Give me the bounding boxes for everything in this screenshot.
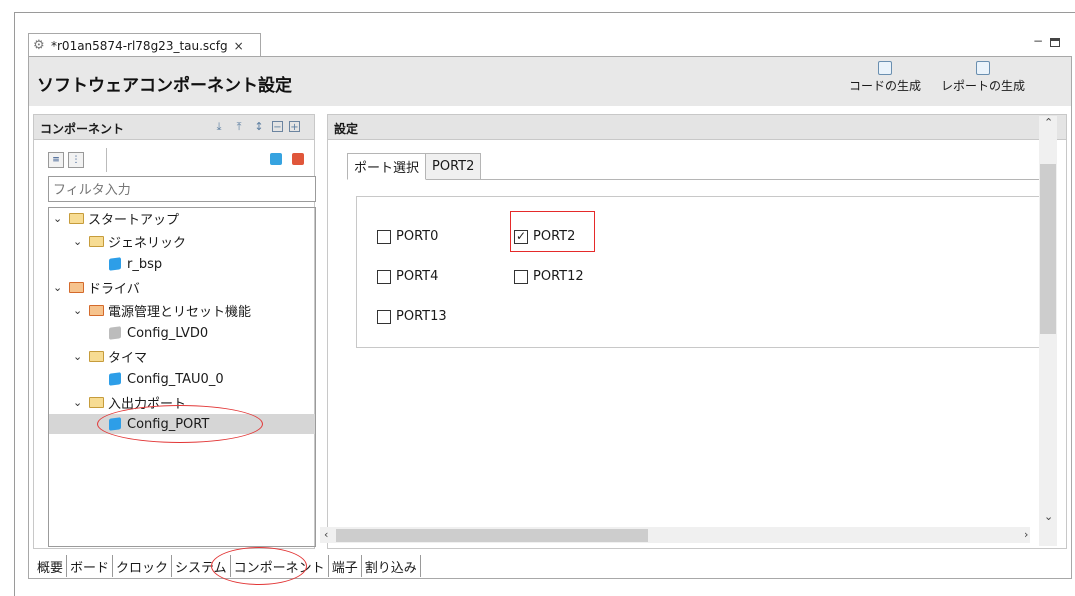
tree-node-startup[interactable]: ⌄ スタートアップ <box>53 208 179 228</box>
editor-tab-title: *r01an5874-rl78g23_tau.scfg <box>51 38 228 53</box>
tree-node-timer[interactable]: ⌄ タイマ <box>73 346 147 366</box>
settings-tabs: ポート選択 PORT2 <box>347 153 482 180</box>
component-tree[interactable]: ⌄ スタートアップ ⌄ ジェネリック r_bsp ⌄ ドライバ ⌄ 電源管理とリ… <box>48 207 316 547</box>
tab-board[interactable]: ボード <box>67 555 114 577</box>
chevron-down-icon[interactable]: ⌄ <box>53 281 65 294</box>
tree-node-label: Config_TAU0_0 <box>127 371 224 387</box>
tree-node-generic[interactable]: ⌄ ジェネリック <box>73 231 186 251</box>
expand-all-icon[interactable]: + <box>289 121 300 133</box>
tree-node-label: r_bsp <box>127 256 163 272</box>
tab-port-select[interactable]: ポート選択 <box>347 153 427 180</box>
components-panel: ≡ ⋮ ⌄ スタートアップ ⌄ ジェネリック r_bsp <box>33 140 316 549</box>
remove-component-icon[interactable] <box>292 153 304 165</box>
chevron-down-icon[interactable]: ⌄ <box>73 235 85 248</box>
category-view-icon[interactable]: ≡ <box>48 152 64 168</box>
generate-report-button[interactable]: レポートの生成 <box>941 61 1025 94</box>
horizontal-scrollbar-thumb[interactable] <box>336 529 648 542</box>
checkbox-label: PORT13 <box>396 309 447 324</box>
components-panel-header: コンポーネント ⤓ ⤒ ↕ − + <box>33 114 315 140</box>
folder-icon <box>89 350 104 362</box>
tree-node-config-tau0-0[interactable]: Config_TAU0_0 <box>109 369 224 389</box>
settings-panel: ポート選択 PORT2 PORT0 PORT2 PORT4 PORT12 <box>327 140 1067 549</box>
component-icon <box>109 257 121 271</box>
close-icon[interactable]: × <box>234 39 244 53</box>
scroll-up-arrow-icon[interactable]: ⌃ <box>1044 116 1053 129</box>
port12-checkbox[interactable]: PORT12 <box>514 269 584 284</box>
toolbar-divider <box>106 148 107 172</box>
tree-node-driver[interactable]: ⌄ ドライバ <box>53 277 140 297</box>
tree-node-power-management[interactable]: ⌄ 電源管理とリセット機能 <box>73 300 251 320</box>
tree-node-label: タイマ <box>108 350 148 366</box>
chevron-down-icon[interactable]: ⌄ <box>73 304 85 317</box>
component-icon <box>109 372 121 386</box>
sort-icon[interactable]: ↕ <box>252 120 266 134</box>
checkbox-label: PORT12 <box>533 269 584 284</box>
outer-frame-top <box>14 12 1075 13</box>
folder-icon <box>89 304 104 316</box>
import-icon[interactable]: ⤓ <box>212 120 226 134</box>
settings-panel-title: 設定 <box>334 122 359 136</box>
generate-code-icon <box>878 61 892 75</box>
folder-icon <box>89 396 104 408</box>
add-component-icon[interactable] <box>270 153 282 165</box>
chevron-down-icon[interactable]: ⌄ <box>73 350 85 363</box>
minimize-button[interactable]: − <box>1033 34 1043 48</box>
annotation-ellipse-components-tab <box>211 547 307 585</box>
port-selection-group: PORT0 PORT2 PORT4 PORT12 PORT13 <box>356 196 1044 348</box>
tree-node-r-bsp[interactable]: r_bsp <box>109 254 162 274</box>
generate-code-button[interactable]: コードの生成 <box>849 61 921 94</box>
editor-window: ⚙ *r01an5874-rl78g23_tau.scfg × − ソフトウェア… <box>28 32 1072 585</box>
checkbox-box[interactable] <box>377 309 391 324</box>
editor-tab-scfg[interactable]: ⚙ *r01an5874-rl78g23_tau.scfg × <box>28 33 261 57</box>
checkbox-label: PORT4 <box>396 269 439 284</box>
vertical-scrollbar-thumb[interactable] <box>1040 164 1056 334</box>
generate-report-icon <box>976 61 990 75</box>
folder-icon <box>69 281 84 293</box>
outer-frame-left <box>14 12 15 596</box>
annotation-ellipse-config-port <box>97 405 263 443</box>
scroll-down-arrow-icon[interactable]: ⌄ <box>1044 510 1053 523</box>
port13-checkbox[interactable]: PORT13 <box>377 309 447 324</box>
gear-icon: ⚙ <box>33 37 45 53</box>
settings-panel-header: 設定 <box>327 114 1067 140</box>
tree-node-config-lvd0[interactable]: Config_LVD0 <box>109 323 208 343</box>
port4-checkbox[interactable]: PORT4 <box>377 269 438 284</box>
tree-node-label: 電源管理とリセット機能 <box>108 304 252 320</box>
annotation-rect-port2 <box>510 211 595 252</box>
tree-node-label: Config_LVD0 <box>127 325 209 341</box>
function-view-icon[interactable]: ⋮ <box>68 152 84 168</box>
tree-node-label: ジェネリック <box>108 235 187 251</box>
components-panel-title: コンポーネント <box>40 122 125 136</box>
folder-icon <box>69 212 84 224</box>
tab-overview[interactable]: 概要 <box>34 555 68 577</box>
port0-checkbox[interactable]: PORT0 <box>377 229 438 244</box>
generate-report-label: レポートの生成 <box>941 79 1026 93</box>
filter-input[interactable] <box>48 176 316 202</box>
checkbox-box[interactable] <box>514 269 528 284</box>
tab-pins[interactable]: 端子 <box>329 555 362 577</box>
tab-port2[interactable]: PORT2 <box>425 153 482 180</box>
scroll-left-arrow-icon[interactable]: ‹ <box>324 528 328 541</box>
checkbox-label: PORT0 <box>396 229 439 244</box>
tree-node-label: ドライバ <box>88 281 140 297</box>
tab-bar: ⚙ *r01an5874-rl78g23_tau.scfg × − <box>28 32 1072 57</box>
tab-divider <box>347 179 1043 180</box>
editor-header: ソフトウェアコンポーネント設定 コードの生成 レポートの生成 <box>29 57 1071 106</box>
scroll-right-arrow-icon[interactable]: › <box>1024 528 1028 541</box>
tab-clock[interactable]: クロック <box>113 555 173 577</box>
maximize-button[interactable] <box>1050 38 1060 47</box>
collapse-all-icon[interactable]: − <box>272 121 283 133</box>
page-title: ソフトウェアコンポーネント設定 <box>37 76 292 96</box>
checkbox-box[interactable] <box>377 229 391 244</box>
generate-code-label: コードの生成 <box>849 79 922 93</box>
tab-interrupts[interactable]: 割り込み <box>362 555 421 577</box>
chevron-down-icon[interactable]: ⌄ <box>53 212 65 225</box>
chevron-down-icon[interactable]: ⌄ <box>73 396 85 409</box>
folder-icon <box>89 235 104 247</box>
tree-node-label: スタートアップ <box>88 212 180 228</box>
component-disabled-icon <box>109 326 121 340</box>
export-icon[interactable]: ⤒ <box>232 120 246 134</box>
checkbox-box[interactable] <box>377 269 391 284</box>
